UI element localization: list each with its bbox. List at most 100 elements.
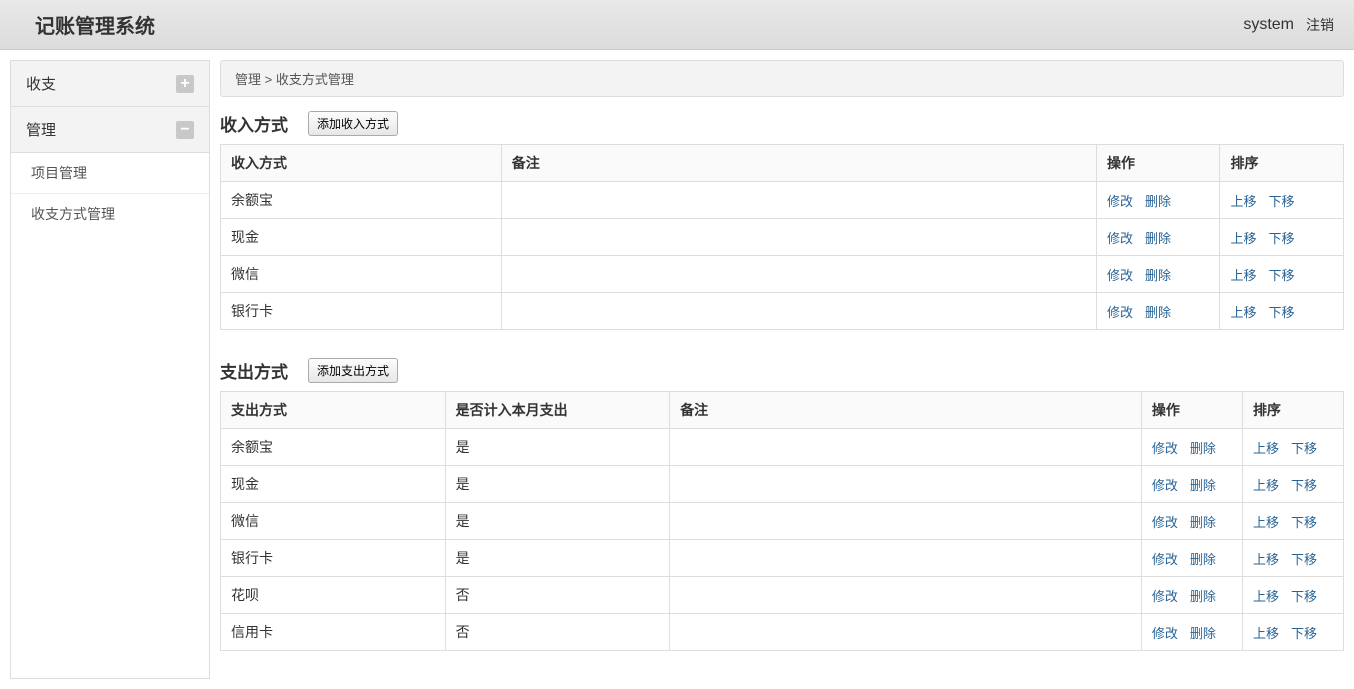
- up-link[interactable]: 上移: [1230, 194, 1256, 209]
- note-cell: [670, 466, 1142, 503]
- add-expense-button[interactable]: 添加支出方式: [308, 358, 398, 383]
- breadcrumb: 管理 > 收支方式管理: [220, 60, 1344, 97]
- header: 记账管理系统 system 注销: [0, 0, 1354, 50]
- delete-link[interactable]: 删除: [1190, 515, 1216, 530]
- delete-link[interactable]: 删除: [1190, 552, 1216, 567]
- down-link[interactable]: 下移: [1269, 231, 1295, 246]
- table-row: 现金修改删除上移下移: [221, 219, 1344, 256]
- expense-col-sort: 排序: [1242, 392, 1343, 429]
- sort-cell: 上移下移: [1220, 293, 1344, 330]
- add-income-button[interactable]: 添加收入方式: [308, 111, 398, 136]
- expense-col-counted: 是否计入本月支出: [445, 392, 670, 429]
- edit-link[interactable]: 修改: [1107, 268, 1133, 283]
- edit-link[interactable]: 修改: [1152, 515, 1178, 530]
- up-link[interactable]: 上移: [1253, 552, 1279, 567]
- down-link[interactable]: 下移: [1291, 589, 1317, 604]
- delete-link[interactable]: 删除: [1145, 231, 1171, 246]
- action-cell: 修改删除: [1096, 293, 1220, 330]
- up-link[interactable]: 上移: [1253, 589, 1279, 604]
- counted-cell: 是: [445, 503, 670, 540]
- table-row: 微信是修改删除上移下移: [221, 503, 1344, 540]
- down-link[interactable]: 下移: [1269, 194, 1295, 209]
- expense-col-note: 备注: [670, 392, 1142, 429]
- up-link[interactable]: 上移: [1253, 515, 1279, 530]
- down-link[interactable]: 下移: [1269, 305, 1295, 320]
- down-link[interactable]: 下移: [1291, 441, 1317, 456]
- action-cell: 修改删除: [1141, 540, 1242, 577]
- expense-section: 支出方式 添加支出方式 支出方式 是否计入本月支出 备注 操作 排序 余额宝是修…: [220, 358, 1344, 651]
- table-row: 银行卡修改删除上移下移: [221, 293, 1344, 330]
- user-name: system: [1243, 16, 1294, 34]
- sidebar-group-heading[interactable]: 管理−: [11, 107, 209, 153]
- note-cell: [501, 219, 1096, 256]
- expense-col-action: 操作: [1141, 392, 1242, 429]
- sort-cell: 上移下移: [1242, 466, 1343, 503]
- edit-link[interactable]: 修改: [1107, 194, 1133, 209]
- down-link[interactable]: 下移: [1291, 478, 1317, 493]
- action-cell: 修改删除: [1096, 256, 1220, 293]
- note-cell: [501, 293, 1096, 330]
- income-section: 收入方式 添加收入方式 收入方式 备注 操作 排序 余额宝修改删除上移下移现金修…: [220, 111, 1344, 330]
- counted-cell: 是: [445, 429, 670, 466]
- method-cell: 银行卡: [221, 293, 502, 330]
- counted-cell: 是: [445, 466, 670, 503]
- sidebar-items: 项目管理收支方式管理: [11, 153, 209, 234]
- down-link[interactable]: 下移: [1291, 626, 1317, 641]
- edit-link[interactable]: 修改: [1152, 626, 1178, 641]
- sort-cell: 上移下移: [1242, 429, 1343, 466]
- action-cell: 修改删除: [1096, 182, 1220, 219]
- plus-icon: +: [176, 75, 194, 93]
- edit-link[interactable]: 修改: [1152, 589, 1178, 604]
- edit-link[interactable]: 修改: [1107, 305, 1133, 320]
- edit-link[interactable]: 修改: [1107, 231, 1133, 246]
- down-link[interactable]: 下移: [1291, 552, 1317, 567]
- action-cell: 修改删除: [1141, 577, 1242, 614]
- up-link[interactable]: 上移: [1253, 478, 1279, 493]
- table-row: 微信修改删除上移下移: [221, 256, 1344, 293]
- note-cell: [501, 256, 1096, 293]
- sort-cell: 上移下移: [1242, 614, 1343, 651]
- edit-link[interactable]: 修改: [1152, 478, 1178, 493]
- note-cell: [670, 429, 1142, 466]
- logout-link[interactable]: 注销: [1306, 15, 1334, 35]
- edit-link[interactable]: 修改: [1152, 441, 1178, 456]
- up-link[interactable]: 上移: [1230, 231, 1256, 246]
- income-col-method: 收入方式: [221, 145, 502, 182]
- note-cell: [670, 503, 1142, 540]
- method-cell: 余额宝: [221, 429, 446, 466]
- delete-link[interactable]: 删除: [1145, 194, 1171, 209]
- delete-link[interactable]: 删除: [1190, 626, 1216, 641]
- sidebar-item[interactable]: 项目管理: [11, 153, 209, 194]
- delete-link[interactable]: 删除: [1190, 441, 1216, 456]
- note-cell: [670, 614, 1142, 651]
- income-col-action: 操作: [1096, 145, 1220, 182]
- up-link[interactable]: 上移: [1253, 626, 1279, 641]
- method-cell: 银行卡: [221, 540, 446, 577]
- sidebar-group-heading[interactable]: 收支+: [11, 61, 209, 107]
- note-cell: [670, 577, 1142, 614]
- edit-link[interactable]: 修改: [1152, 552, 1178, 567]
- up-link[interactable]: 上移: [1253, 441, 1279, 456]
- sort-cell: 上移下移: [1242, 503, 1343, 540]
- method-cell: 微信: [221, 256, 502, 293]
- delete-link[interactable]: 删除: [1145, 305, 1171, 320]
- sidebar-group-label: 管理: [26, 119, 56, 140]
- down-link[interactable]: 下移: [1291, 515, 1317, 530]
- table-row: 信用卡否修改删除上移下移: [221, 614, 1344, 651]
- expense-col-method: 支出方式: [221, 392, 446, 429]
- app-title: 记账管理系统: [35, 10, 155, 39]
- sidebar-item[interactable]: 收支方式管理: [11, 194, 209, 234]
- delete-link[interactable]: 删除: [1190, 589, 1216, 604]
- income-table: 收入方式 备注 操作 排序 余额宝修改删除上移下移现金修改删除上移下移微信修改删…: [220, 144, 1344, 330]
- up-link[interactable]: 上移: [1230, 305, 1256, 320]
- action-cell: 修改删除: [1141, 429, 1242, 466]
- counted-cell: 否: [445, 614, 670, 651]
- header-right: system 注销: [1243, 15, 1334, 35]
- action-cell: 修改删除: [1141, 614, 1242, 651]
- table-row: 银行卡是修改删除上移下移: [221, 540, 1344, 577]
- delete-link[interactable]: 删除: [1145, 268, 1171, 283]
- delete-link[interactable]: 删除: [1190, 478, 1216, 493]
- up-link[interactable]: 上移: [1230, 268, 1256, 283]
- table-row: 花呗否修改删除上移下移: [221, 577, 1344, 614]
- down-link[interactable]: 下移: [1269, 268, 1295, 283]
